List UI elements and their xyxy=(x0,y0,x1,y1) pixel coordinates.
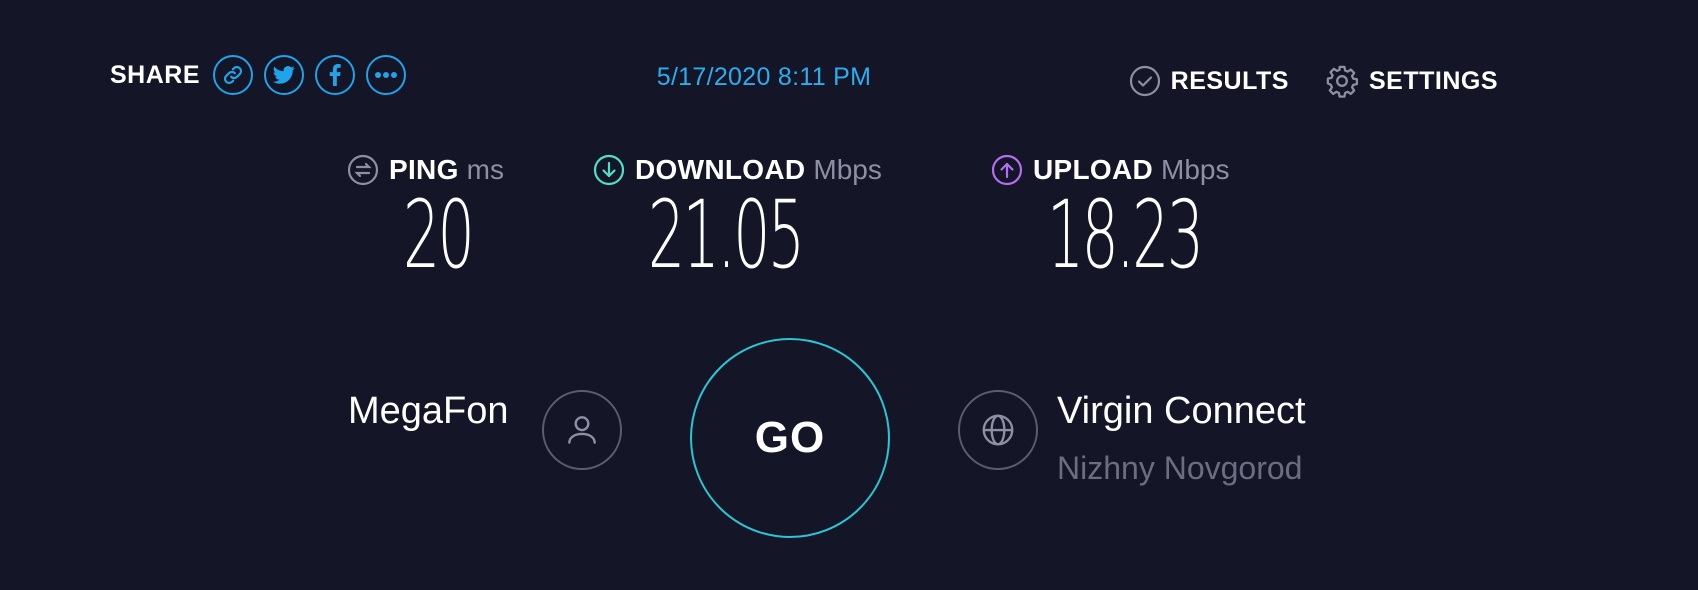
download-unit: Mbps xyxy=(813,154,882,185)
go-button[interactable]: GO xyxy=(690,338,890,538)
share-more-button[interactable] xyxy=(366,55,407,95)
facebook-icon xyxy=(329,64,341,86)
upload-arrow-icon xyxy=(991,154,1023,186)
result-datetime[interactable]: 5/17/2020 8:11 PM xyxy=(600,63,928,92)
more-icon xyxy=(375,72,398,78)
gear-icon xyxy=(1326,65,1358,98)
settings-label: SETTINGS xyxy=(1368,66,1498,95)
go-label: GO xyxy=(754,413,826,462)
check-circle-icon xyxy=(1129,65,1160,97)
ping-icon xyxy=(347,154,379,186)
user-icon xyxy=(568,416,596,444)
share-bar: SHARE xyxy=(110,55,407,95)
settings-link[interactable]: SETTINGS xyxy=(1325,64,1498,98)
share-twitter-button[interactable] xyxy=(264,55,305,95)
isp-name: MegaFon xyxy=(348,390,509,432)
ping-unit: ms xyxy=(466,154,504,185)
upload-metric: UPLOAD Mbps 18.23 xyxy=(991,150,1296,286)
download-arrow-icon xyxy=(593,154,625,186)
server-icon-button[interactable] xyxy=(958,390,1038,470)
share-link-button[interactable] xyxy=(213,55,254,95)
twitter-icon xyxy=(273,66,295,84)
share-facebook-button[interactable] xyxy=(315,55,356,95)
server-name[interactable]: Virgin Connect xyxy=(1057,390,1306,433)
link-icon xyxy=(223,65,243,85)
download-value: 21.05 xyxy=(648,181,805,290)
ping-value: 20 xyxy=(403,181,475,290)
globe-icon xyxy=(982,414,1014,446)
server-location: Nizhny Novgorod xyxy=(1057,450,1303,486)
results-label: RESULTS xyxy=(1170,66,1289,95)
isp-icon-button[interactable] xyxy=(542,390,622,470)
upload-value: 18.23 xyxy=(1047,181,1204,290)
share-label: SHARE xyxy=(110,60,201,89)
speedtest-result-panel: SHARE 5/17/2020 8:11 PM RESULTS SETTINGS… xyxy=(0,0,1698,590)
download-metric: DOWNLOAD Mbps 21.05 xyxy=(593,150,897,286)
top-nav: RESULTS SETTINGS xyxy=(1129,64,1498,98)
results-link[interactable]: RESULTS xyxy=(1129,65,1289,97)
ping-metric: PING ms 20 xyxy=(347,150,515,286)
